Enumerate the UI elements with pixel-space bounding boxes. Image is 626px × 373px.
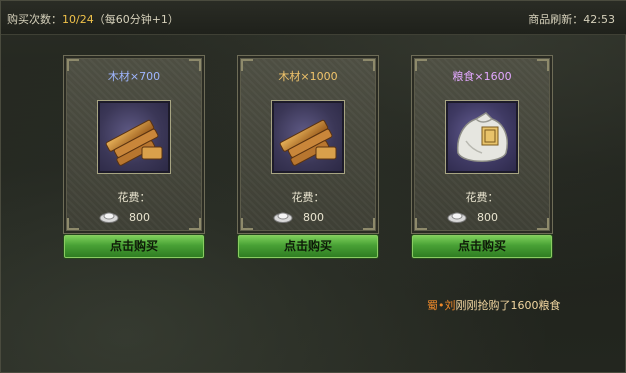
item-title: 木材×700 — [107, 70, 161, 83]
shop-item-card: 粮食×1600 花费： 800 — [411, 55, 553, 234]
cost-value: 800 — [303, 211, 324, 224]
purchase-count-value: 10/24 — [62, 13, 94, 26]
corner-ornament — [415, 218, 427, 230]
wood-planks-icon — [271, 100, 345, 174]
buy-button[interactable]: 点击购买 — [64, 235, 204, 258]
cost-row: 800 — [447, 210, 537, 226]
cost-row: 800 — [273, 210, 363, 226]
buy-button[interactable]: 点击购买 — [412, 235, 552, 258]
cost-row: 800 — [99, 210, 189, 226]
item-title: 木材×1000 — [278, 70, 338, 83]
purchase-notice: 蜀•刘刚刚抢购了1600粮食 — [427, 297, 561, 313]
refresh-timer: 商品刷新：42:53 — [528, 11, 615, 27]
shop-item-card: 木材×700 花费： 800 — [63, 55, 205, 234]
cost-value: 800 — [129, 211, 150, 224]
corner-ornament — [189, 218, 201, 230]
cost-label: 花费： — [465, 191, 499, 204]
purchase-count: 购买次数：10/24（每60分钟+1） — [7, 11, 179, 27]
silver-ingot-icon — [99, 212, 119, 223]
corner-ornament — [537, 218, 549, 230]
buy-button[interactable]: 点击购买 — [238, 235, 378, 258]
refresh-label: 商品刷新： — [528, 13, 584, 26]
item-title: 粮食×1600 — [452, 70, 512, 83]
shop-header: 购买次数：10/24（每60分钟+1） 商品刷新：42:53 — [1, 1, 626, 35]
corner-ornament — [67, 218, 79, 230]
wood-planks-icon — [97, 100, 171, 174]
cost-label: 花费： — [117, 191, 151, 204]
shop-window: 购买次数：10/24（每60分钟+1） 商品刷新：42:53 木材×700 花费… — [0, 0, 626, 373]
silver-ingot-icon — [447, 212, 467, 223]
corner-ornament — [363, 218, 375, 230]
cost-value: 800 — [477, 211, 498, 224]
shop-item-card: 木材×1000 花费： 800 — [237, 55, 379, 234]
corner-ornament — [241, 218, 253, 230]
notice-message: 刚刚抢购了1600粮食 — [455, 299, 561, 312]
notice-player: 蜀•刘 — [427, 299, 456, 312]
grain-sack-icon — [445, 100, 519, 174]
purchase-count-label: 购买次数： — [7, 13, 62, 26]
silver-ingot-icon — [273, 212, 293, 223]
refresh-time: 42:53 — [583, 13, 615, 26]
purchase-count-note: （每60分钟+1） — [93, 13, 179, 26]
cost-label: 花费： — [291, 191, 325, 204]
